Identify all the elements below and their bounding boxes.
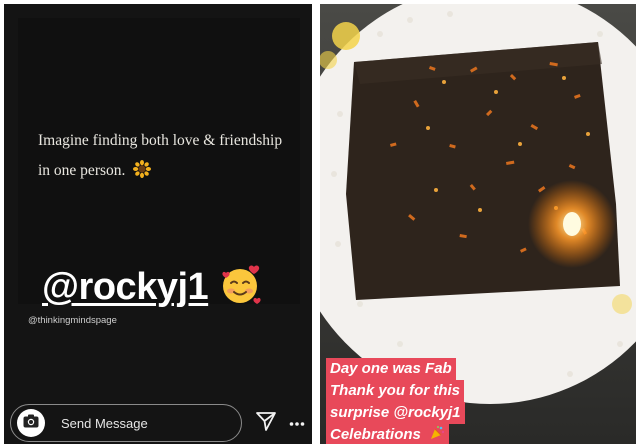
quote-handle: @thinkingmindspage <box>28 315 117 326</box>
party-popper-icon <box>429 425 445 444</box>
more-vertical-icon <box>289 414 305 432</box>
more-options-button[interactable] <box>288 411 306 435</box>
story-caption: Day one was Fab Thank you for this surpr… <box>326 358 626 444</box>
quote-line-1: Imagine finding both love & friendship <box>38 132 283 149</box>
send-message-placeholder: Send Message <box>61 415 148 431</box>
camera-button[interactable] <box>17 409 45 437</box>
camera-icon <box>23 414 39 433</box>
send-message-field[interactable]: Send Message <box>10 404 243 442</box>
caption-line-3[interactable]: surprise @rockyj1 <box>326 402 465 424</box>
send-direct-button[interactable] <box>254 411 278 435</box>
quote-card: Imagine finding both love & friendship i… <box>18 18 300 326</box>
right-story-panel: Day one was Fab Thank you for this surpr… <box>320 4 636 444</box>
smiling-face-with-hearts-icon <box>218 263 262 312</box>
caption-line-1: Day one was Fab <box>326 358 456 380</box>
quote-text: Imagine finding both love & friendship i… <box>38 126 300 189</box>
caption-line-2: Thank you for this <box>326 380 465 402</box>
quote-line-2-row: in one person. <box>38 156 300 189</box>
quote-line-2: in one person. <box>38 162 126 179</box>
reply-bar: Send Message <box>10 404 306 442</box>
caption-line-4: Celebrations <box>330 426 421 443</box>
caption-line-4-wrap: Celebrations <box>326 424 450 444</box>
paper-plane-icon <box>255 410 277 437</box>
mention-sticker-row: @rockyj1 <box>42 262 262 312</box>
left-story-panel: Imagine finding both love & friendship i… <box>4 4 312 444</box>
sunflower-icon <box>133 159 152 189</box>
mention-sticker[interactable]: @rockyj1 <box>42 266 209 309</box>
